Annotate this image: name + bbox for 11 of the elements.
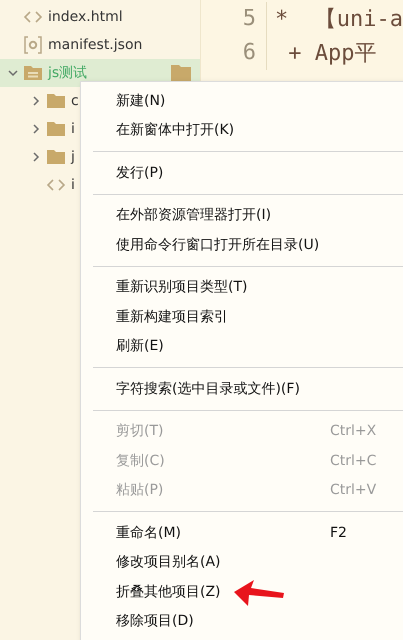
tree-label: manifest.json [48,37,142,53]
tree-label: c [71,93,79,109]
code-line: * 【uni-a [274,6,403,34]
tree-label: j [71,149,75,165]
tree-label: js测试 [48,64,88,82]
line-number: 6 [201,36,267,70]
tree-label: index.html [48,9,123,25]
tree-label: i [71,177,75,193]
code-line: + App平 [287,40,376,68]
tree-label: i [71,121,75,137]
line-number: 5 [201,2,267,36]
